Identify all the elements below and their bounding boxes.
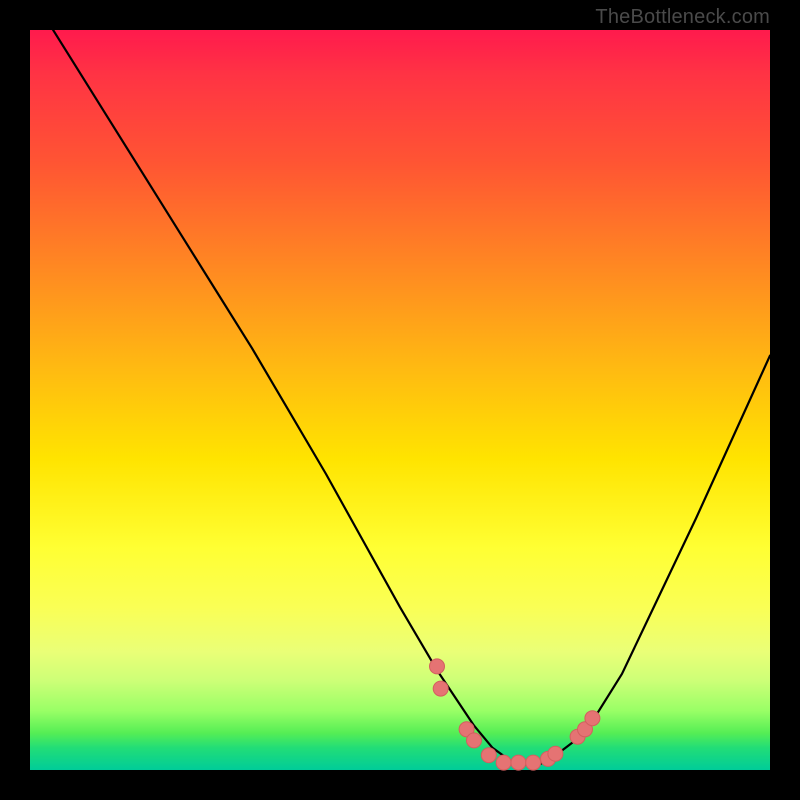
chart-svg: [0, 0, 800, 800]
data-marker: [548, 746, 563, 761]
bottleneck-curve: [30, 0, 770, 766]
watermark-text: TheBottleneck.com: [595, 6, 770, 29]
data-marker: [433, 681, 448, 696]
data-marker: [526, 755, 541, 770]
data-marker: [481, 748, 496, 763]
data-marker: [511, 755, 526, 770]
data-marker: [430, 659, 445, 674]
data-marker: [585, 711, 600, 726]
data-marker: [496, 755, 511, 770]
data-marker: [467, 733, 482, 748]
